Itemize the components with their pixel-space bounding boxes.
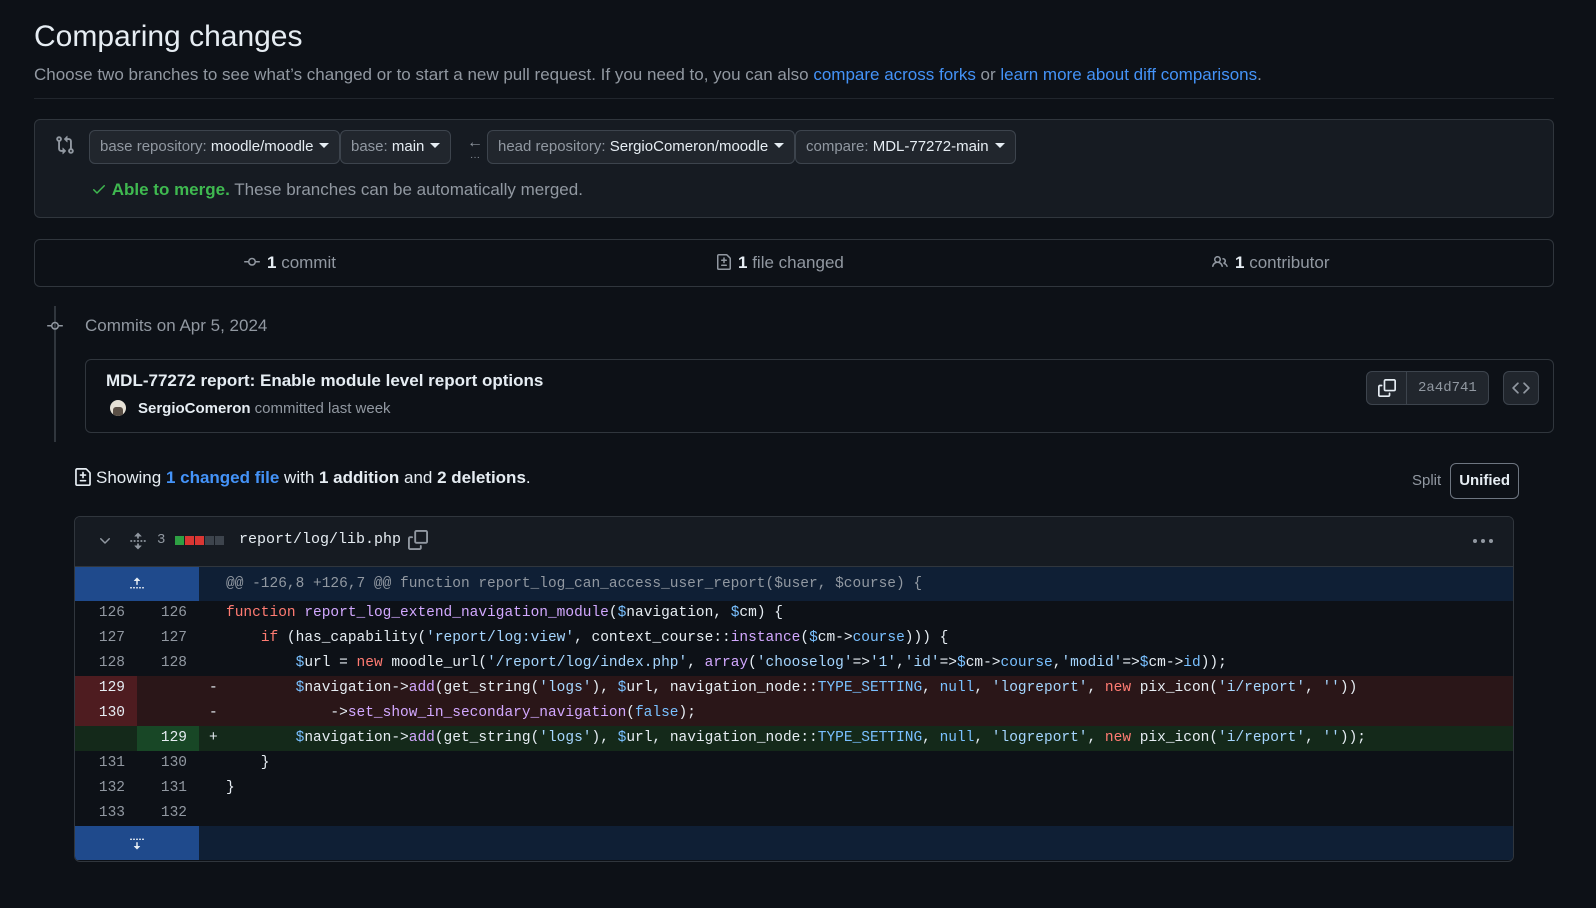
commit-meta: SergioComeron committed last week — [138, 400, 391, 417]
deletions-count: 2 deletions — [437, 468, 526, 487]
unified-view-button[interactable]: Unified — [1450, 463, 1520, 499]
diff-row-context: 128 128 $url = new moodle_url('/report/lo… — [98, 655, 1227, 671]
file-diff: 3 report/log/lib.php @@ -126,8 +126,7 @@… — [74, 516, 1514, 862]
caret-down-icon — [774, 142, 785, 148]
commits-tab[interactable]: 1 commit — [243, 240, 336, 286]
summary-with: with — [279, 468, 319, 487]
hunk-header-text: @@ -126,8 +126,7 @@ function report_log_… — [226, 576, 923, 592]
copy-icon[interactable] — [408, 530, 428, 550]
git-commit-icon — [244, 257, 260, 266]
summary-end: . — [525, 468, 531, 487]
commit-author-link[interactable]: SergioComeron — [138, 400, 251, 417]
diff-row-addition: 129 + $navigation->add(get_string('logs')… — [75, 726, 1513, 751]
expand-up-button[interactable] — [75, 567, 199, 601]
divider — [34, 98, 1554, 99]
diff-table: @@ -126,8 +126,7 @@ function report_log_… — [75, 567, 1513, 860]
people-icon — [1212, 255, 1228, 267]
file-change-count: 3 — [157, 532, 166, 548]
diff-view-toggle: Split Unified — [1403, 463, 1520, 499]
diffstat-bar — [175, 536, 224, 545]
contributors-label: contributor — [1244, 253, 1330, 272]
commit-title-link[interactable]: MDL-77272 report: Enable module level re… — [106, 371, 543, 391]
compare-branch-select[interactable]: compare: MDL-77272-main — [795, 130, 1016, 164]
diff-row-context: 132 131} — [98, 780, 235, 796]
git-compare-icon — [56, 135, 74, 155]
diff-row-context: 131 130 } — [98, 755, 270, 771]
head-repo-label: head repository: — [498, 138, 606, 155]
overview-stats: 1 commit 1 file changed 1 contributor — [34, 239, 1554, 287]
file-header: 3 report/log/lib.php — [75, 517, 1513, 567]
base-branch-select[interactable]: base: main — [340, 130, 452, 164]
subtitle-or: or — [975, 65, 1001, 84]
file-path-link[interactable]: report/log/lib.php — [239, 531, 401, 548]
diff-row-context: 133 132 — [98, 805, 187, 821]
page-title: Comparing changes — [34, 20, 303, 53]
chevron-down-icon[interactable] — [97, 533, 113, 549]
commit-time: committed last week — [250, 400, 391, 417]
file-diff-icon — [75, 467, 91, 486]
compare-forks-link[interactable]: compare across forks — [813, 65, 976, 84]
changed-file-link[interactable]: 1 changed file — [166, 468, 279, 487]
check-icon — [93, 184, 105, 194]
expand-down-button[interactable] — [75, 826, 199, 860]
range-editor: base repository: moodle/moodle base: mai… — [34, 119, 1554, 218]
commit-item: MDL-77272 report: Enable module level re… — [85, 359, 1554, 433]
hunk-footer-row — [75, 826, 1513, 860]
fold-up-icon — [130, 577, 144, 589]
additions-count: 1 addition — [319, 468, 400, 487]
diff-row-context: 126 126 function report_log_extend_navigat… — [98, 605, 783, 621]
split-view-button[interactable]: Split — [1403, 463, 1450, 499]
arrow-left-icon: ← ··· — [467, 134, 483, 163]
head-repository-select[interactable]: head repository: SergioComeron/moodle — [487, 130, 796, 164]
head-repo-value: SergioComeron/moodle — [609, 138, 769, 155]
diffstat-neutral-block — [205, 536, 214, 545]
commit-sha-link[interactable]: 2a4d741 — [1407, 372, 1488, 404]
page-subtitle: Choose two branches to see what’s change… — [34, 65, 1262, 85]
fold-down-icon — [130, 838, 144, 850]
commits-label: commit — [276, 253, 336, 272]
merge-desc-text: These branches can be automatically merg… — [229, 180, 583, 199]
kebab-horizontal-icon[interactable] — [1471, 535, 1495, 547]
base-value: main — [391, 138, 425, 155]
diffstat-del-block — [185, 536, 194, 545]
base-repo-value: moodle/moodle — [210, 138, 314, 155]
base-label: base: — [351, 138, 388, 155]
browse-repo-button[interactable] — [1503, 371, 1539, 405]
diffstat-neutral-block — [215, 536, 224, 545]
caret-down-icon — [319, 142, 330, 148]
subtitle-end: . — [1257, 65, 1262, 84]
base-repo-label: base repository: — [100, 138, 207, 155]
hunk-header-row: @@ -126,8 +126,7 @@ function report_log_… — [75, 567, 1513, 601]
diffstat-add-block — [175, 536, 184, 545]
git-commit-icon — [47, 321, 63, 330]
diff-row-context: 127 127 if (has_capability('report/log:vi… — [98, 630, 949, 646]
file-diff-icon — [717, 253, 731, 270]
copy-sha-button[interactable] — [1367, 372, 1407, 404]
subtitle-text: Choose two branches to see what’s change… — [34, 65, 814, 84]
files-changed-tab[interactable]: 1 file changed — [716, 240, 844, 286]
compare-value: MDL-77272-main — [872, 138, 989, 155]
merge-ok-text: Able to merge. — [111, 180, 230, 199]
copy-icon — [1377, 379, 1396, 397]
caret-down-icon — [994, 142, 1005, 148]
diff-row-deletion: 130- ->set_show_in_secondary_navigation(… — [75, 701, 1513, 726]
unfold-icon[interactable] — [129, 531, 147, 551]
commit-sha-group: 2a4d741 — [1366, 371, 1489, 405]
contributors-tab[interactable]: 1 contributor — [1211, 240, 1330, 286]
base-repository-select[interactable]: base repository: moodle/moodle — [89, 130, 341, 164]
summary-and: and — [399, 468, 438, 487]
caret-down-icon — [430, 142, 441, 148]
compare-label: compare: — [806, 138, 869, 155]
avatar[interactable] — [110, 400, 126, 416]
learn-diff-link[interactable]: learn more about diff comparisons — [1000, 65, 1257, 84]
diff-summary: Showing 1 changed file with 1 addition a… — [74, 467, 531, 489]
files-label: file changed — [747, 253, 844, 272]
commits-group-label: Commits on Apr 5, 2024 — [85, 316, 268, 335]
diffstat-del-block — [195, 536, 204, 545]
summary-showing: Showing — [96, 468, 166, 487]
merge-status: Able to merge. These branches can be aut… — [91, 180, 583, 200]
diff-row-deletion: 129- $navigation->add(get_string('logs')… — [75, 676, 1513, 701]
code-icon — [1512, 382, 1530, 394]
